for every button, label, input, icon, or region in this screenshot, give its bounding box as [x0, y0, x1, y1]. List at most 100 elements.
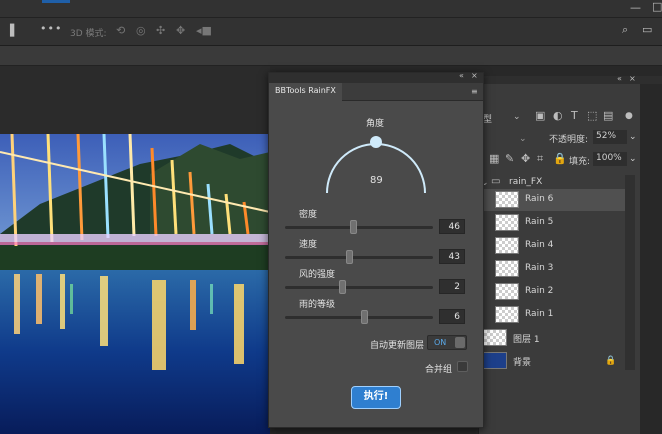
opacity-field[interactable]: 52%	[593, 130, 627, 144]
3d-rotate-icon[interactable]: ⟲	[116, 25, 125, 37]
layer-thumbnail	[495, 237, 519, 254]
rainfx-tab[interactable]: BBTools RainFX	[269, 83, 342, 101]
layer-name: Rain 2	[525, 286, 554, 296]
image-filter-icon[interactable]: ▣	[535, 110, 545, 122]
layer-name: 图层 1	[513, 335, 540, 345]
merge-label: 合并组	[425, 365, 453, 375]
layer-name: Rain 6	[525, 194, 554, 204]
wind-slider-knob[interactable]	[339, 280, 346, 294]
rainfx-titlebar[interactable]: « ×	[269, 70, 483, 83]
opacity-label: 不透明度:	[549, 135, 589, 145]
layer-name: Rain 5	[525, 217, 554, 227]
density-slider-knob[interactable]	[350, 220, 357, 234]
auto-update-toggle[interactable]: ON	[427, 335, 467, 350]
minimize-icon[interactable]: —	[630, 2, 641, 14]
speed-slider[interactable]	[285, 250, 433, 264]
angle-handle[interactable]	[370, 136, 382, 148]
align-icon[interactable]: ▌	[10, 25, 18, 37]
layer-thumbnail	[495, 283, 519, 300]
layer-row-rain-6[interactable]: Rain 6	[479, 189, 625, 211]
lock-paint-icon[interactable]: ✎	[505, 153, 514, 165]
toggle-state: ON	[434, 338, 447, 347]
filter-toggle-icon[interactable]: ●	[625, 110, 633, 122]
slider-label-density: 密度	[299, 210, 318, 220]
folder-icon: ▭	[491, 176, 501, 187]
layer-name: 背景	[513, 358, 532, 368]
close-icon[interactable]: □	[652, 1, 662, 13]
layer-thumbnail	[483, 352, 507, 369]
rain-level-slider[interactable]	[285, 310, 433, 324]
layer-kind-filter[interactable]: 型	[483, 112, 492, 125]
rain-level-value[interactable]: 6	[439, 309, 465, 324]
bridge-photo	[0, 134, 270, 434]
active-tab-indicator	[42, 0, 70, 3]
collapse-icon[interactable]: «	[617, 73, 622, 85]
workspace-icon[interactable]: ▭	[642, 24, 652, 36]
fill-dropdown-icon[interactable]: ⌄	[629, 154, 637, 164]
menu-bar: — □	[0, 0, 662, 18]
layer-thumbnail	[495, 260, 519, 277]
document-image	[0, 134, 270, 434]
panel-close-icon[interactable]: ×	[629, 73, 636, 85]
layers-panel: « × 型 ⌄ ▣ ◐ T ⬚ ▤ ● ⌄ 不透明度: 52% ⌄ ▦ ✎ ✥ …	[478, 73, 641, 434]
slider-label-rain-level: 雨的等级	[299, 300, 336, 310]
lock-move-icon[interactable]: ✥	[521, 153, 530, 165]
layer-row-rain-5[interactable]: Rain 5	[479, 212, 625, 234]
panel-menu-icon[interactable]: ≡	[471, 86, 478, 98]
search-icon[interactable]: ⌕	[622, 24, 628, 36]
lock-artboard-icon[interactable]: ⌗	[537, 153, 543, 165]
rainfx-tab-bar: BBTools RainFX ≡	[269, 83, 483, 101]
wind-slider[interactable]	[285, 280, 433, 294]
layer-row-layer-1[interactable]: 图层 1	[479, 327, 625, 349]
fill-field[interactable]: 100%	[593, 152, 627, 166]
slider-label-wind: 风的强度	[299, 270, 336, 280]
layer-thumbnail	[495, 191, 519, 208]
layer-name: Rain 4	[525, 240, 554, 250]
layer-row-rain-4[interactable]: Rain 4	[479, 235, 625, 257]
auto-update-label: 自动更新图层	[370, 341, 425, 351]
layer-row-rain-2[interactable]: Rain 2	[479, 281, 625, 303]
smart-object-filter-icon[interactable]: ▤	[603, 110, 613, 122]
wind-value[interactable]: 2	[439, 279, 465, 294]
fill-label: 填充:	[569, 157, 591, 167]
layer-row-background[interactable]: 背景 🔒	[479, 350, 625, 372]
3d-video-icon[interactable]: ◂■	[196, 25, 212, 37]
collapse-icon[interactable]: «	[459, 70, 464, 82]
options-bar: ▌ ••• 3D 模式: ⟲ ◎ ✣ ✥ ◂■ ⌕ ▭	[0, 18, 662, 46]
layer-thumbnail	[495, 214, 519, 231]
density-slider[interactable]	[285, 220, 433, 234]
layer-row-rain-1[interactable]: Rain 1	[479, 304, 625, 326]
filter-dropdown-icon[interactable]: ⌄	[513, 111, 521, 123]
shape-filter-icon[interactable]: ⬚	[587, 110, 597, 122]
layers-panel-header: « ×	[479, 73, 641, 85]
rain-level-slider-knob[interactable]	[361, 310, 368, 324]
lock-transparent-icon[interactable]: ▦	[489, 153, 499, 165]
3d-mode-label: 3D 模式:	[70, 29, 107, 39]
layer-row-rain-3[interactable]: Rain 3	[479, 258, 625, 280]
layer-thumbnail	[495, 306, 519, 323]
type-filter-icon[interactable]: T	[571, 110, 578, 122]
opacity-dropdown-icon[interactable]: ⌄	[629, 132, 637, 142]
right-panel-strip	[640, 76, 662, 84]
group-name: rain_FX	[509, 177, 543, 187]
lock-icon: 🔒	[605, 356, 617, 366]
lock-all-icon[interactable]: 🔒	[553, 153, 567, 165]
density-value[interactable]: 46	[439, 219, 465, 234]
blend-dropdown-icon[interactable]: ⌄	[519, 134, 527, 144]
slider-label-speed: 速度	[299, 240, 318, 250]
layers-scrollbar[interactable]	[625, 175, 635, 370]
3d-slide-icon[interactable]: ✥	[176, 25, 185, 37]
layer-name: Rain 1	[525, 309, 554, 319]
adjustment-filter-icon[interactable]: ◐	[553, 110, 563, 122]
layer-thumbnail	[483, 329, 507, 346]
speed-value[interactable]: 43	[439, 249, 465, 264]
more-options-icon[interactable]: •••	[40, 23, 62, 35]
run-button[interactable]: 执行!	[351, 386, 401, 409]
merge-checkbox[interactable]	[457, 361, 468, 372]
speed-slider-knob[interactable]	[346, 250, 353, 264]
photoshop-window: — □ ▌ ••• 3D 模式: ⟲ ◎ ✣ ✥ ◂■ ⌕ ▭ « × 型 ⌄ …	[0, 0, 662, 434]
panel-close-icon[interactable]: ×	[471, 70, 478, 82]
angle-label: 角度	[366, 119, 385, 129]
3d-drag-icon[interactable]: ✣	[156, 25, 165, 37]
3d-roll-icon[interactable]: ◎	[136, 25, 146, 37]
